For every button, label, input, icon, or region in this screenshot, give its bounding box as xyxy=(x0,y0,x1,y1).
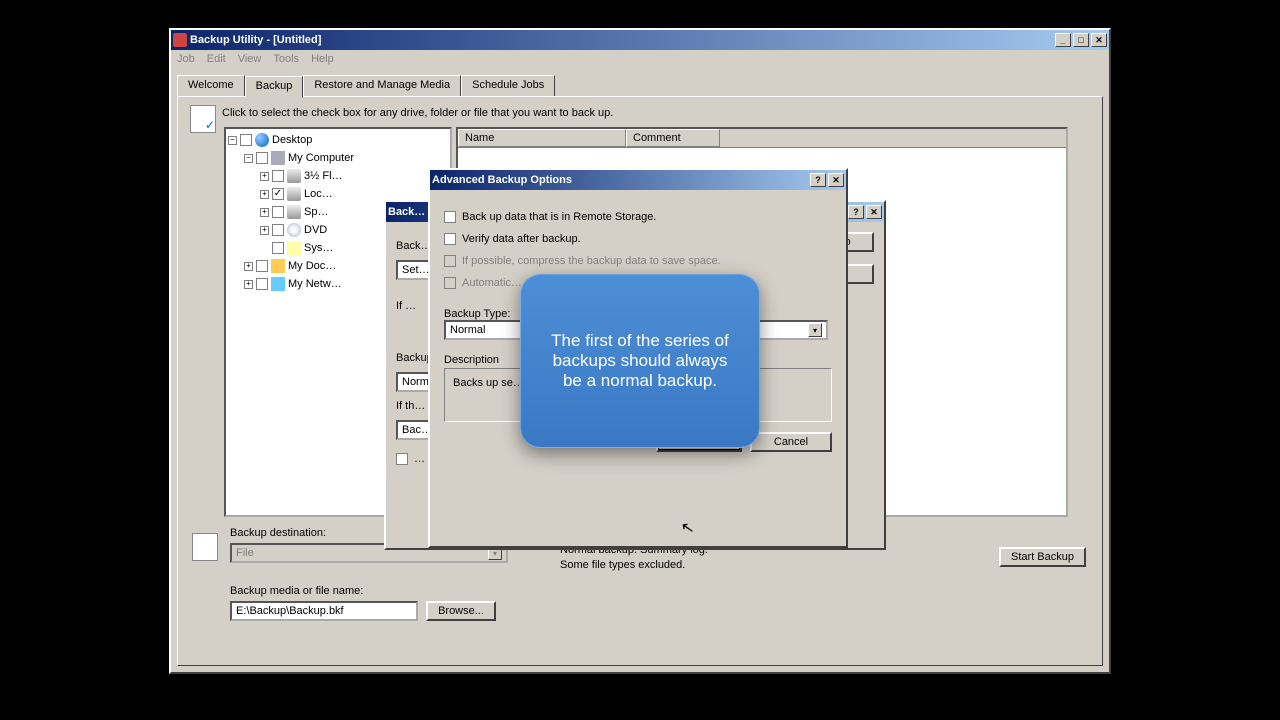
tree-floppy[interactable]: 3½ Fl… xyxy=(304,167,343,185)
browse-button[interactable]: Browse... xyxy=(426,601,496,621)
instruction-text: Click to select the check box for any dr… xyxy=(222,107,1092,119)
dvd-icon xyxy=(287,223,301,237)
checkbox[interactable] xyxy=(272,170,284,182)
media-input[interactable]: E:\Backup\Backup.bkf xyxy=(230,601,418,621)
menu-view[interactable]: View xyxy=(238,53,262,65)
expander-icon[interactable]: + xyxy=(244,262,253,271)
destination-value: File xyxy=(236,547,254,559)
computer-icon xyxy=(271,151,285,165)
menu-tools[interactable]: Tools xyxy=(273,53,299,65)
tutorial-callout: The first of the series of backups shoul… xyxy=(520,274,760,448)
titlebar: Backup Utility - [Untitled] _ □ ✕ xyxy=(171,30,1109,50)
checkbox[interactable] xyxy=(272,224,284,236)
media-label: Backup media or file name: xyxy=(230,585,363,597)
menu-job[interactable]: Job xyxy=(177,53,195,65)
job-help-button[interactable]: ? xyxy=(848,205,864,219)
opt-compress: If possible, compress the backup data to… xyxy=(444,254,832,268)
options-line2: Some file types excluded. xyxy=(560,558,708,573)
backup-icon xyxy=(190,105,216,133)
drive-icon xyxy=(287,205,301,219)
col-name[interactable]: Name xyxy=(458,129,626,147)
checkbox[interactable] xyxy=(444,211,456,223)
cancel-button[interactable]: Cancel xyxy=(750,432,832,452)
col-comment[interactable]: Comment xyxy=(626,129,720,147)
tab-restore[interactable]: Restore and Manage Media xyxy=(303,75,461,97)
minimize-button[interactable]: _ xyxy=(1055,33,1071,47)
tree-local[interactable]: Loc… xyxy=(304,185,333,203)
drive-icon xyxy=(287,169,301,183)
network-icon xyxy=(271,277,285,291)
tab-strip: Welcome Backup Restore and Manage Media … xyxy=(177,74,1103,96)
menubar: Job Edit View Tools Help xyxy=(171,50,1109,68)
expander-icon[interactable]: − xyxy=(244,154,253,163)
checkbox[interactable]: ✓ xyxy=(272,188,284,200)
tree-my-net[interactable]: My Netw… xyxy=(288,275,342,293)
checkbox xyxy=(444,277,456,289)
checkbox xyxy=(444,255,456,267)
tab-schedule[interactable]: Schedule Jobs xyxy=(461,75,555,97)
tree-dvd[interactable]: DVD xyxy=(304,221,327,239)
opt-verify[interactable]: Verify data after backup. xyxy=(444,232,832,246)
documents-icon xyxy=(271,259,285,273)
expander-icon[interactable]: + xyxy=(260,208,269,217)
checkbox[interactable] xyxy=(272,242,284,254)
drive-icon xyxy=(287,187,301,201)
expander-icon[interactable]: + xyxy=(260,172,269,181)
destination-label: Backup destination: xyxy=(230,527,326,539)
expander-icon[interactable]: + xyxy=(260,190,269,199)
checkbox[interactable] xyxy=(240,134,252,146)
tab-backup[interactable]: Backup xyxy=(245,76,304,98)
expander-icon[interactable]: + xyxy=(260,226,269,235)
opt-remote-storage[interactable]: Back up data that is in Remote Storage. xyxy=(444,210,832,224)
close-button[interactable]: ✕ xyxy=(1091,33,1107,47)
destination-icon xyxy=(192,533,218,561)
menu-help[interactable]: Help xyxy=(311,53,334,65)
checkbox[interactable] xyxy=(444,233,456,245)
tab-welcome[interactable]: Welcome xyxy=(177,75,245,97)
tree-desktop[interactable]: Desktop xyxy=(272,131,312,149)
menu-edit[interactable]: Edit xyxy=(207,53,226,65)
adv-close-button[interactable]: ✕ xyxy=(828,173,844,187)
expander-icon[interactable]: + xyxy=(244,280,253,289)
tree-my-computer[interactable]: My Computer xyxy=(288,149,354,167)
checkbox[interactable] xyxy=(272,206,284,218)
checkbox[interactable] xyxy=(256,260,268,272)
maximize-button[interactable]: □ xyxy=(1073,33,1089,47)
adv-titlebar: Advanced Backup Options ? ✕ xyxy=(430,170,846,190)
adv-title: Advanced Backup Options xyxy=(432,174,808,186)
checkbox[interactable] xyxy=(396,453,408,465)
adv-help-button[interactable]: ? xyxy=(810,173,826,187)
system-icon xyxy=(287,241,301,255)
job-close-button[interactable]: ✕ xyxy=(866,205,882,219)
start-backup-button[interactable]: Start Backup xyxy=(999,547,1086,567)
tree-spare[interactable]: Sp… xyxy=(304,203,328,221)
list-header: Name Comment xyxy=(458,129,1066,148)
desktop-icon xyxy=(255,133,269,147)
app-icon xyxy=(173,33,187,47)
chevron-down-icon[interactable]: ▾ xyxy=(808,323,822,337)
tree-my-docs[interactable]: My Doc… xyxy=(288,257,336,275)
expander-icon[interactable]: − xyxy=(228,136,237,145)
tree-sys[interactable]: Sys… xyxy=(304,239,333,257)
checkbox[interactable] xyxy=(256,278,268,290)
checkbox[interactable] xyxy=(256,152,268,164)
window-title: Backup Utility - [Untitled] xyxy=(190,34,1053,46)
media-value: E:\Backup\Backup.bkf xyxy=(236,605,344,617)
watermark-logo: VVindicatorINDICATR xyxy=(1119,672,1258,702)
